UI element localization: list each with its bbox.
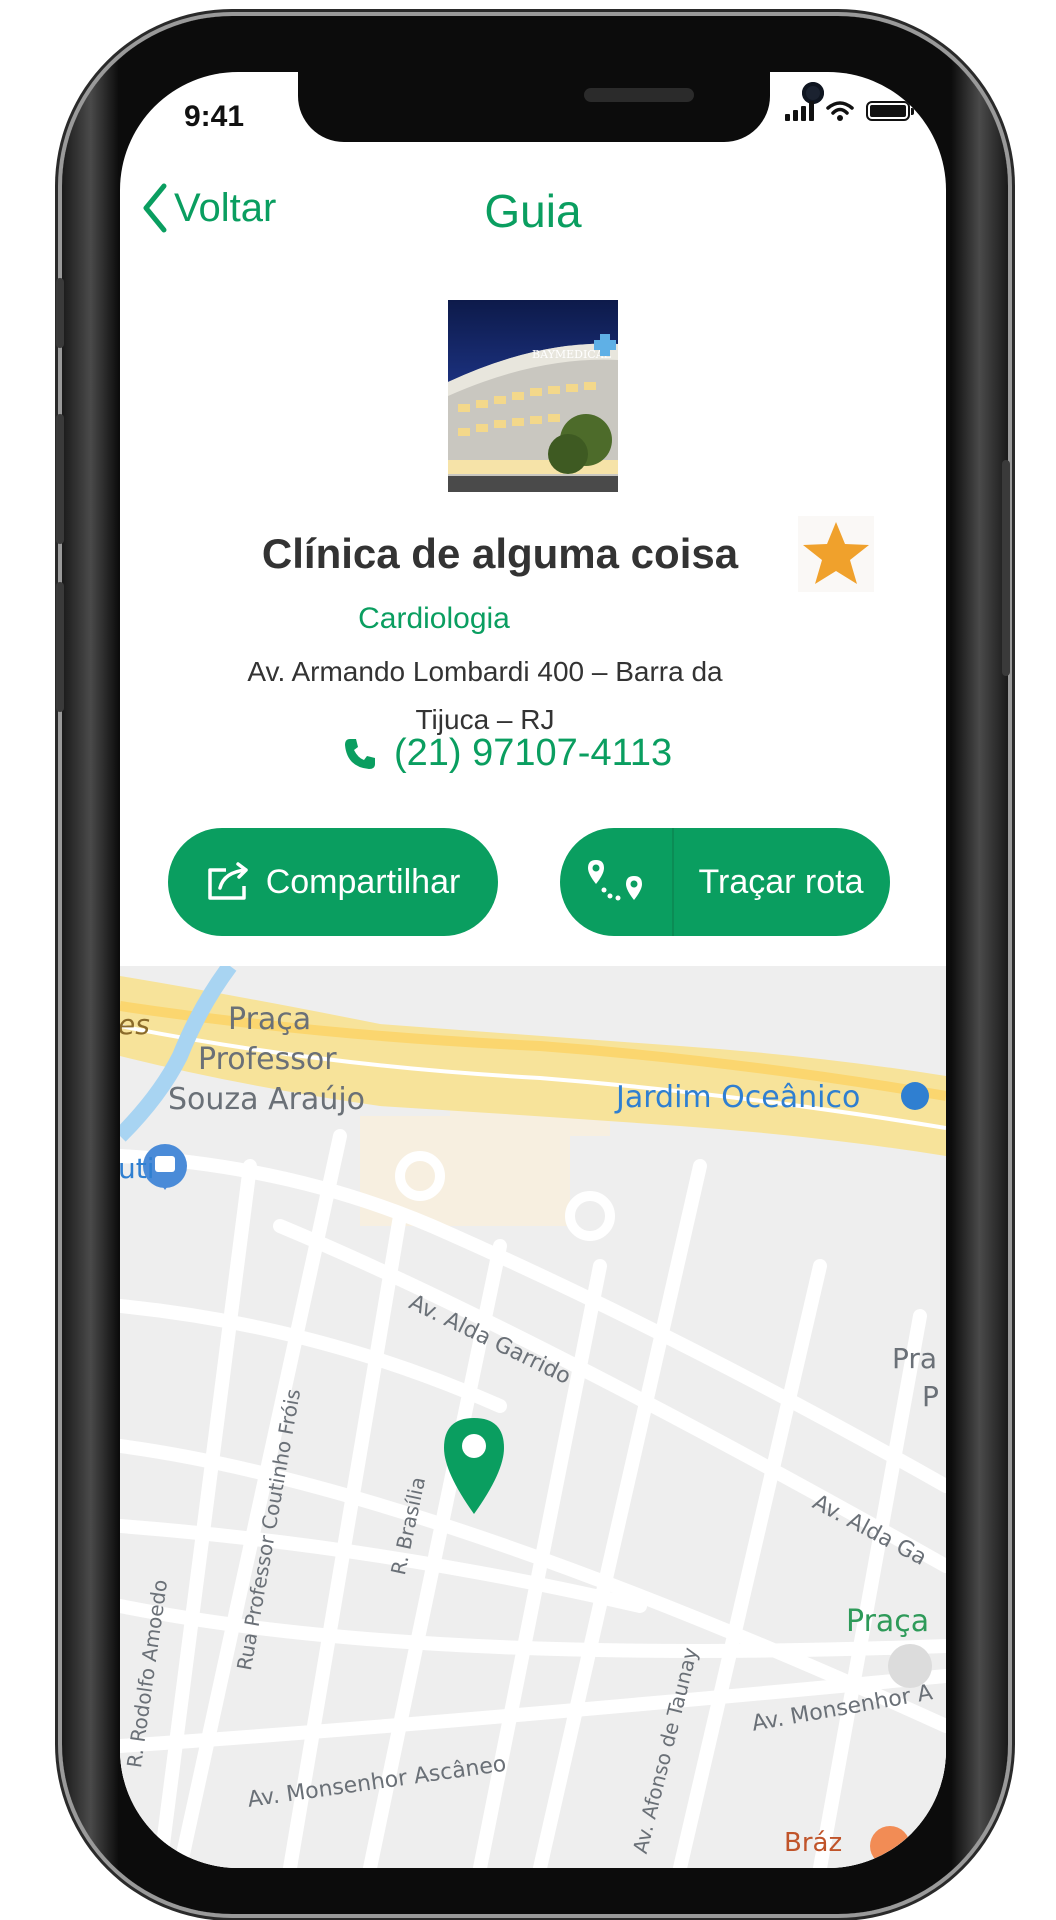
- phone-number: (21) 97107-4113: [394, 732, 673, 774]
- status-time: 9:41: [184, 100, 245, 133]
- favorite-button[interactable]: [798, 516, 874, 592]
- share-icon: [207, 862, 248, 900]
- map-label-praca-right: Praça: [846, 1604, 930, 1639]
- battery-icon: [866, 101, 914, 121]
- map-label-p-edge: P: [922, 1380, 939, 1413]
- address-text: Av. Armando Lombardi 400 – Barra da Tiju…: [247, 656, 723, 735]
- side-button: [56, 278, 64, 348]
- map-label-praca: Praça: [228, 1002, 312, 1037]
- map-label-pra-edge: Pra: [892, 1342, 938, 1375]
- location-pin-icon[interactable]: [442, 1416, 506, 1516]
- phone-link[interactable]: (21) 97107-4113: [342, 732, 672, 775]
- route-icon: [588, 860, 643, 901]
- clinic-name: Clínica de alguma coisa: [261, 530, 739, 577]
- map-view[interactable]: es Praça Professor Souza Araújo Jardim O…: [120, 966, 946, 1868]
- page-title: Guia: [484, 185, 582, 237]
- signal-icon: [785, 101, 814, 121]
- map-label-uti: uti: [120, 1152, 155, 1185]
- volume-up-button: [56, 414, 64, 544]
- share-button[interactable]: Compartilhar: [168, 828, 498, 936]
- share-label: Compartilhar: [265, 862, 461, 901]
- status-icons: [785, 100, 914, 122]
- clinic-photo: BAYMEDICAL: [448, 300, 618, 492]
- power-button: [1002, 460, 1010, 676]
- screen: 9:41 Voltar Guia BAYMEDICAL Clínica de a…: [120, 72, 946, 1868]
- map-label-professor: Professor: [198, 1042, 337, 1077]
- map-label-jardim-oceanico: Jardim Oceânico: [616, 1080, 861, 1115]
- speaker: [584, 88, 694, 102]
- star-icon: [798, 516, 874, 592]
- route-label: Traçar rota: [698, 862, 864, 901]
- volume-down-button: [56, 582, 64, 712]
- map-label-souza-araujo: Souza Araújo: [168, 1082, 366, 1117]
- notch: [298, 72, 824, 142]
- map-label-es: es: [120, 1008, 150, 1041]
- map-label-braz: Bráz: [784, 1828, 843, 1858]
- specialty-label: Cardiologia: [358, 602, 510, 635]
- wifi-icon: [826, 101, 854, 121]
- route-divider: [672, 828, 675, 936]
- route-button[interactable]: Traçar rota: [560, 828, 890, 936]
- phone-icon: [345, 738, 375, 769]
